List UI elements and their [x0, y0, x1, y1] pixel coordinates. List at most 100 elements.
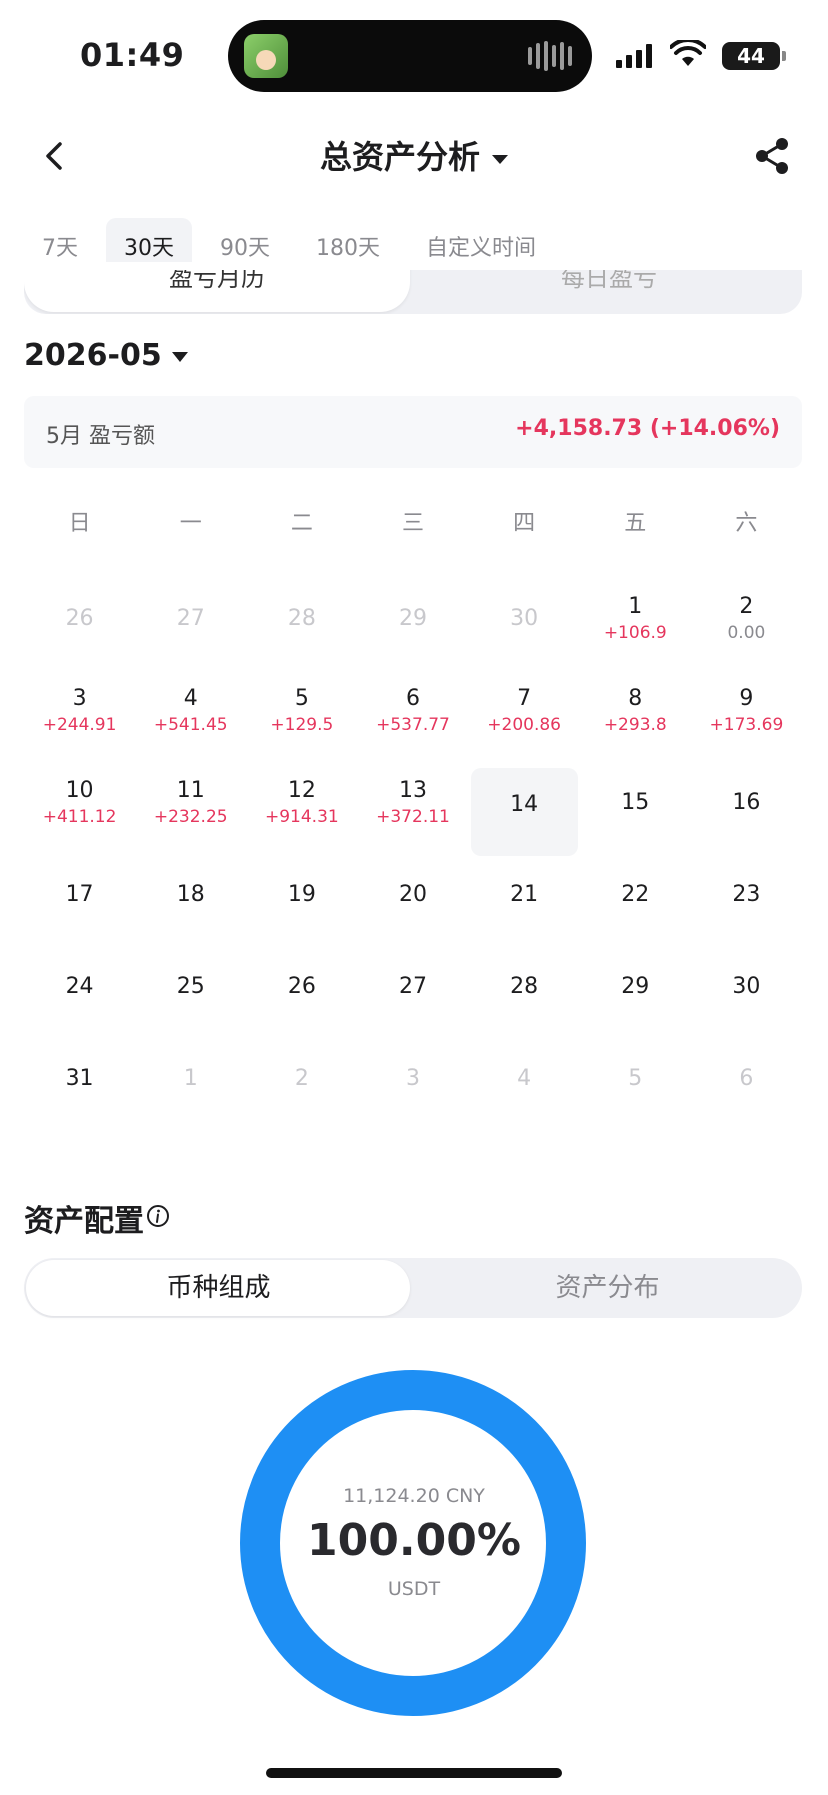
- calendar-day: 29: [357, 582, 468, 674]
- calendar-day-today[interactable]: 14: [470, 768, 578, 856]
- calendar-day[interactable]: 17: [24, 858, 135, 950]
- status-time: 01:49: [80, 36, 185, 74]
- day-pnl: 0.00: [727, 623, 766, 643]
- info-icon[interactable]: [146, 1204, 170, 1228]
- day-number: 2: [739, 594, 754, 619]
- calendar-day: 27: [135, 582, 246, 674]
- day-number: 7: [517, 686, 532, 711]
- weekday-label: 六: [735, 511, 758, 536]
- calendar-day: 26: [24, 582, 135, 674]
- calendar-day: 1: [135, 1042, 246, 1134]
- weekday-label: 二: [290, 511, 313, 536]
- scroll-mask: [0, 262, 828, 270]
- day-number: 26: [65, 606, 94, 631]
- calendar-day[interactable]: 3 +244.91: [24, 674, 135, 766]
- calendar-day[interactable]: 26: [246, 950, 357, 1042]
- calendar-day[interactable]: 8 +293.8: [580, 674, 691, 766]
- day-number: 6: [739, 1066, 754, 1091]
- page-title[interactable]: 总资产分析: [0, 132, 828, 178]
- calendar-day[interactable]: 23: [691, 858, 802, 950]
- view-toggle: 盈亏月历 每日盈亏: [24, 270, 802, 314]
- audio-wave-icon: [528, 40, 572, 72]
- day-number: 3: [72, 686, 87, 711]
- day-pnl: +232.25: [153, 807, 228, 827]
- calendar-day[interactable]: 4 +541.45: [135, 674, 246, 766]
- weekday-header: 日 一 二 三 四 五 六: [24, 500, 802, 548]
- calendar-day: 4: [469, 1042, 580, 1134]
- calendar-day[interactable]: 11 +232.25: [135, 766, 246, 858]
- weekday-label: 五: [624, 511, 647, 536]
- day-number: 10: [65, 778, 94, 803]
- calendar-day[interactable]: 7 +200.86: [469, 674, 580, 766]
- calendar-day[interactable]: 28: [469, 950, 580, 1042]
- calendar-day[interactable]: 30: [691, 950, 802, 1042]
- calendar-day[interactable]: 5 +129.5: [246, 674, 357, 766]
- home-indicator[interactable]: [266, 1768, 562, 1778]
- toggle-pnl-calendar[interactable]: 盈亏月历: [24, 270, 410, 293]
- day-number: 30: [510, 606, 539, 631]
- calendar-day[interactable]: 31: [24, 1042, 135, 1134]
- calendar-day[interactable]: 1 +106.9: [580, 582, 691, 674]
- calendar-day[interactable]: 27: [357, 950, 468, 1042]
- calendar-grid: 26 27 28 29 30 1 +106.9 2 0.00 3 +244.91 4 +541.45 5 +…: [24, 582, 802, 1134]
- calendar-day[interactable]: 18: [135, 858, 246, 950]
- cellular-signal-icon: [616, 44, 652, 68]
- share-icon[interactable]: [752, 136, 792, 176]
- day-number: 19: [287, 882, 316, 907]
- calendar-day[interactable]: 12 +914.31: [246, 766, 357, 858]
- calendar-day[interactable]: 16: [691, 766, 802, 858]
- calendar-day[interactable]: 20: [357, 858, 468, 950]
- day-pnl: +411.12: [42, 807, 117, 827]
- calendar-day: 28: [246, 582, 357, 674]
- day-number: 5: [628, 1066, 643, 1091]
- calendar-day: 2: [246, 1042, 357, 1134]
- tab-asset-distribution[interactable]: 资产分布: [413, 1258, 802, 1318]
- calendar-day[interactable]: 21: [469, 858, 580, 950]
- day-number: 17: [65, 882, 94, 907]
- day-pnl: +106.9: [603, 623, 667, 643]
- battery-icon: 44: [722, 42, 786, 70]
- month-selector[interactable]: 2026-05: [24, 338, 188, 373]
- day-number: 30: [732, 974, 761, 999]
- wifi-icon: [670, 40, 706, 66]
- day-number: 14: [510, 792, 539, 817]
- weekday-label: 日: [68, 511, 91, 536]
- day-number: 27: [398, 974, 427, 999]
- calendar-day[interactable]: 9 +173.69: [691, 674, 802, 766]
- day-number: 2: [294, 1066, 309, 1091]
- tab-currency-composition[interactable]: 币种组成: [24, 1258, 413, 1318]
- calendar-day[interactable]: 25: [135, 950, 246, 1042]
- page-title-text: 总资产分析: [319, 138, 480, 176]
- calendar-day[interactable]: 6 +537.77: [357, 674, 468, 766]
- calendar-day[interactable]: 2 0.00: [691, 582, 802, 674]
- allocation-toggle: 币种组成 资产分布: [24, 1258, 802, 1318]
- dynamic-island[interactable]: [228, 20, 592, 92]
- month-selector-label: 2026-05: [24, 338, 162, 373]
- calendar-day[interactable]: 19: [246, 858, 357, 950]
- day-number: 29: [621, 974, 650, 999]
- toggle-daily-pnl[interactable]: 每日盈亏: [416, 270, 802, 293]
- day-number: 13: [398, 778, 427, 803]
- day-number: 26: [287, 974, 316, 999]
- summary-label: 5月 盈亏额: [46, 424, 155, 449]
- day-number: 23: [732, 882, 761, 907]
- title-dropdown-icon: [492, 154, 508, 164]
- month-dropdown-icon: [171, 351, 188, 362]
- summary-value: +4,158.73 (+14.06%): [515, 416, 780, 441]
- calendar-day[interactable]: 10 +411.12: [24, 766, 135, 858]
- calendar-day[interactable]: 22: [580, 858, 691, 950]
- day-number: 28: [510, 974, 539, 999]
- day-pnl: +537.77: [376, 715, 450, 735]
- calendar-day[interactable]: 24: [24, 950, 135, 1042]
- calendar-day: 6: [691, 1042, 802, 1134]
- day-number: 25: [176, 974, 205, 999]
- calendar-day[interactable]: 29: [580, 950, 691, 1042]
- day-number: 6: [405, 686, 420, 711]
- donut-percent: 100.00%: [307, 1515, 521, 1566]
- calendar-day[interactable]: 15: [580, 766, 691, 858]
- weekday-label: 三: [401, 511, 424, 536]
- day-number: 5: [294, 686, 309, 711]
- day-number: 29: [398, 606, 427, 631]
- donut-value-cny: 11,124.20 CNY: [343, 1485, 485, 1507]
- calendar-day[interactable]: 13 +372.11: [357, 766, 468, 858]
